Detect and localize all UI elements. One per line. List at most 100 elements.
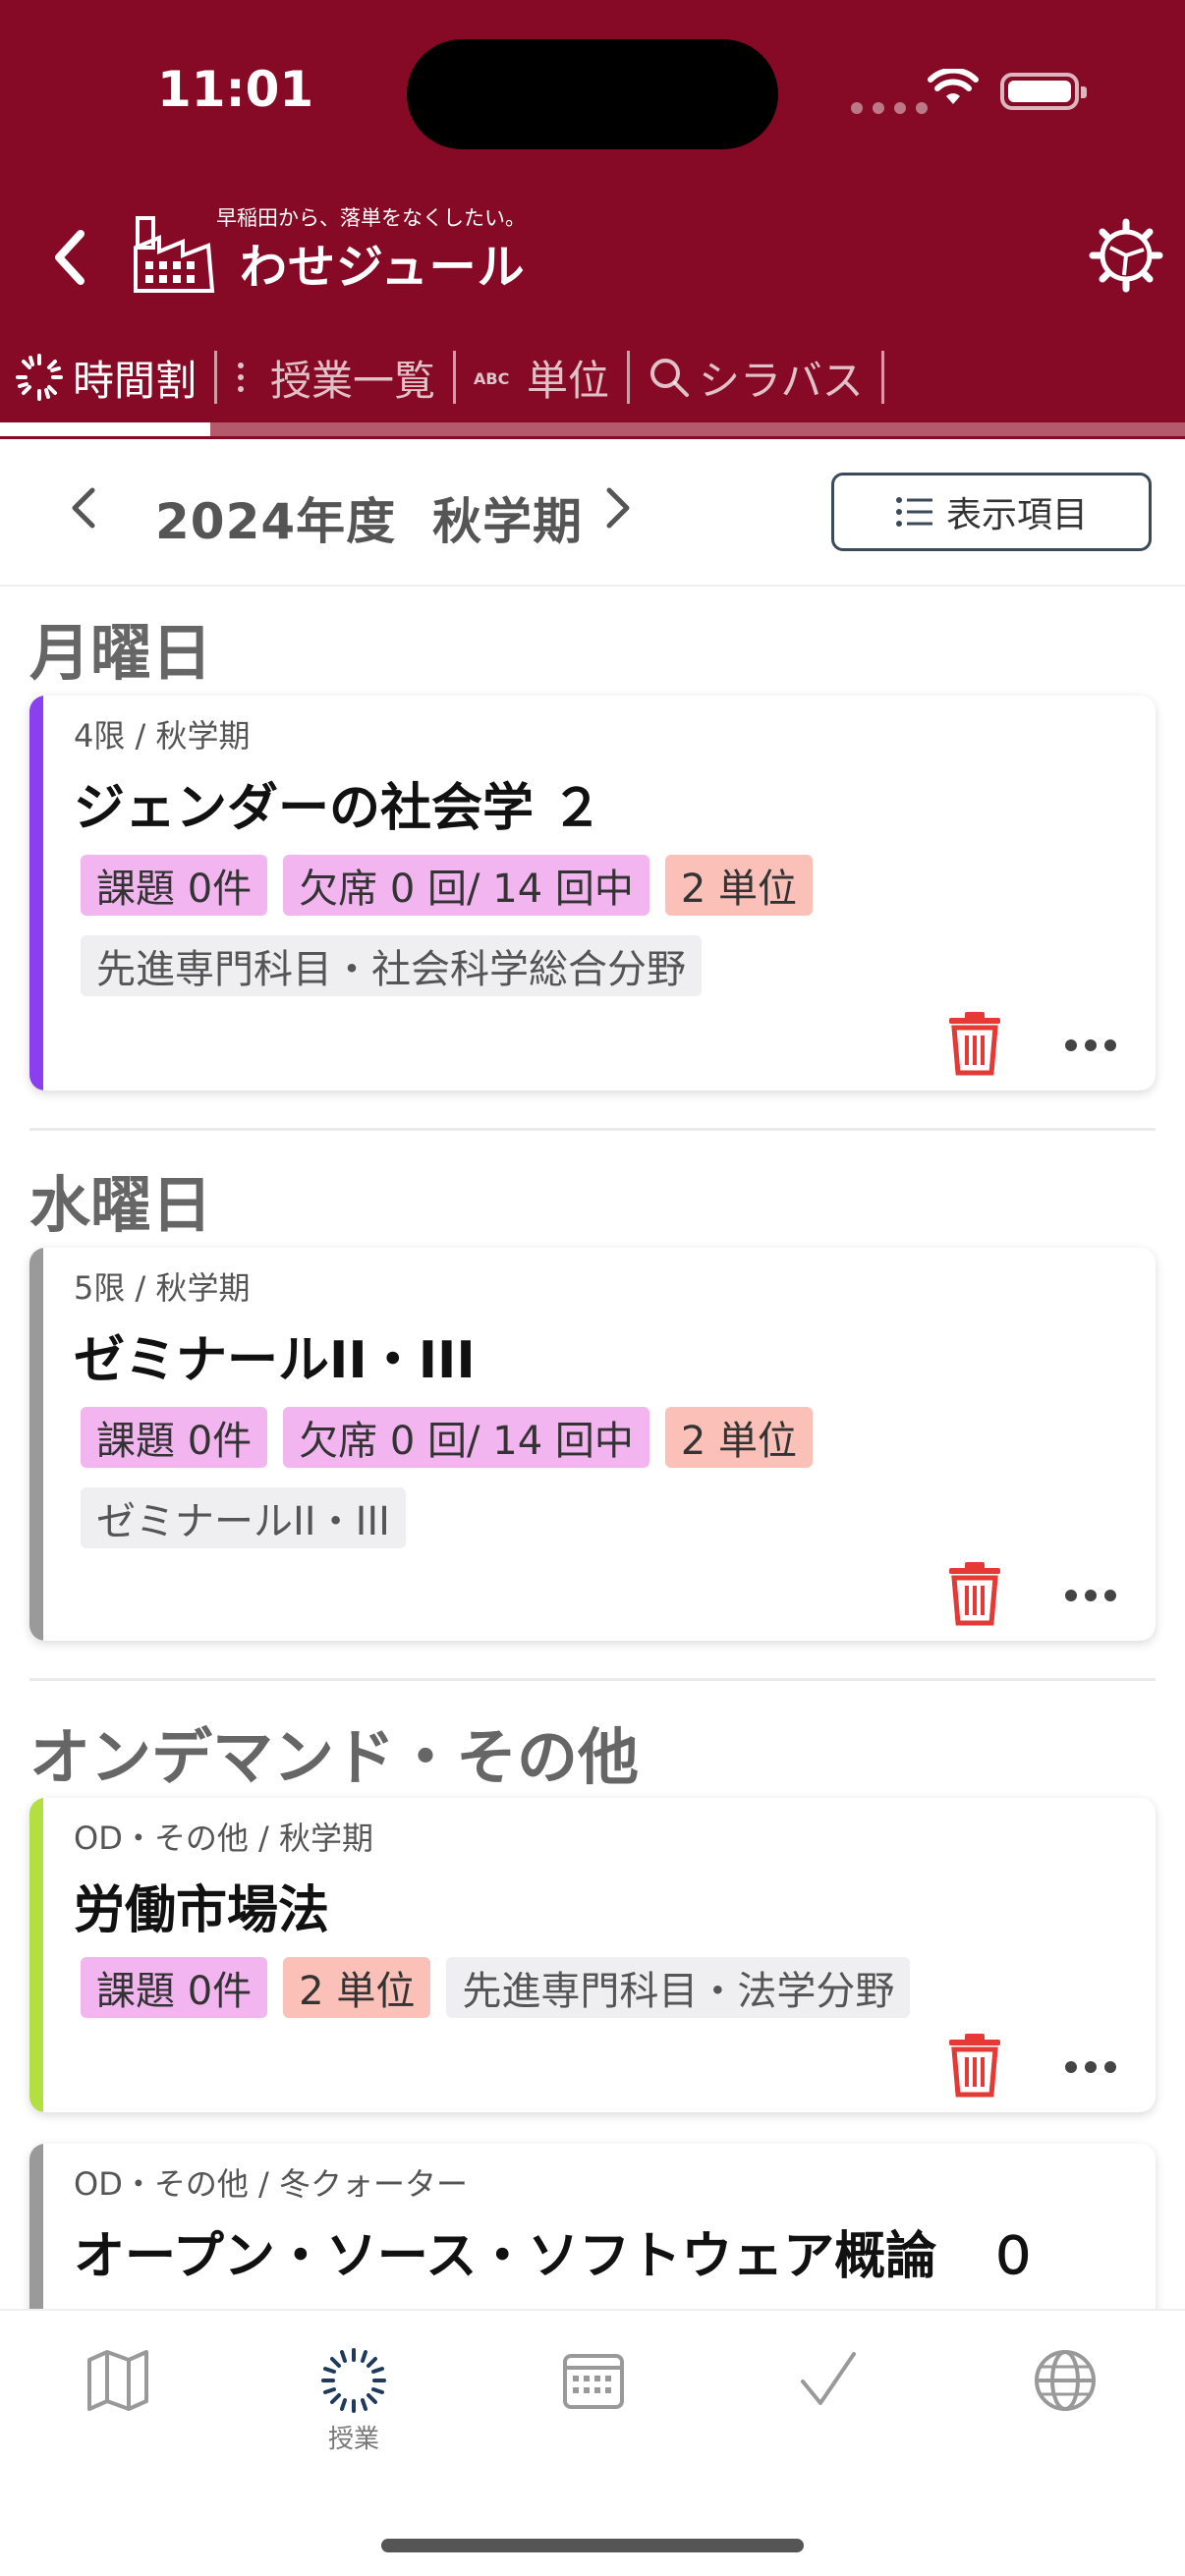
more-dot [1085,2061,1097,2073]
badge-row: 課題 0件 欠席 0 回/ 14 回中 2 単位 [81,855,814,916]
task-count-badge: 課題 0件 [81,1407,268,1468]
more-options-button[interactable] [1065,2057,1124,2077]
course-title: 労働市場法 [74,1881,330,1940]
bottom-tab-classes[interactable]: 授業 [295,2346,413,2464]
trash-icon [949,2034,1000,2098]
tab-credits[interactable]: ABC 単位 [456,348,627,407]
bottom-tab-bar: 授業 [0,2309,1185,2576]
more-dot [1085,1590,1097,1601]
search-icon [650,359,690,397]
tab-timetable[interactable]: 時間割 [0,348,214,407]
wifi-icon [928,69,979,104]
factory-logo-icon [134,216,215,293]
delete-button[interactable] [945,1008,1004,1077]
credits-badge: 2 単位 [283,1957,431,2018]
course-title: ゼミナールII・III [74,1331,476,1390]
calendar-icon [563,2354,624,2409]
course-period: OD・その他 / 秋学期 [74,1820,373,1857]
badge-row: ゼミナールII・III [81,1487,406,1548]
task-count-badge: 課題 0件 [81,855,268,916]
more-dot [1085,1039,1097,1051]
spinner-icon [16,354,63,401]
course-color-bar [29,696,43,1091]
tab-separator [880,351,884,404]
abc-icon: ABC [474,369,509,388]
term-label: 2024年度 秋学期 [155,493,583,550]
display-items-label: 表示項目 [945,495,1088,535]
category-badge: ゼミナールII・III [81,1487,406,1548]
status-time: 11:01 [157,61,314,118]
term-selector: 2024年度 秋学期 表示項目 [0,439,1185,587]
tab-syllabus-label: シラバス [699,356,864,405]
spinner-icon [321,2348,386,2413]
tab-course-list[interactable]: 授業一覧 [217,348,453,407]
next-term-button[interactable] [593,469,643,547]
more-dot [1065,1039,1077,1051]
back-button[interactable] [39,218,98,297]
category-badge: 先進専門科目・社会科学総合分野 [81,935,702,996]
bottom-tab-map[interactable] [59,2346,177,2464]
course-card[interactable]: OD・その他 / 秋学期 労働市場法 課題 0件 2 単位 先進専門科目・法学分… [29,1798,1156,2112]
app-header: 11:01 早稲田から、落単をなくしたい。 わせジュール 時間割 授業一覧 AB… [0,0,1185,439]
section-divider [29,1128,1156,1131]
trash-icon [949,1012,1000,1076]
svg-text:ABC: ABC [474,369,509,388]
more-options-button[interactable] [1065,1586,1124,1605]
list-icon [238,363,245,392]
list-icon [895,497,932,527]
gear-icon [1089,218,1163,293]
course-card[interactable]: 4限 / 秋学期 ジェンダーの社会学 ２ 課題 0件 欠席 0 回/ 14 回中… [29,696,1156,1091]
category-badge: 先進専門科目・法学分野 [446,1957,911,2018]
more-dot [1065,2061,1077,2073]
more-dot [1104,1039,1116,1051]
course-title: ジェンダーの社会学 ２ [74,779,603,838]
course-period: 4限 / 秋学期 [74,717,251,755]
chevron-left-icon [55,230,85,285]
trash-icon [949,1562,1000,1626]
badge-row: 課題 0件 欠席 0 回/ 14 回中 2 単位 [81,1407,814,1468]
bottom-tab-calendar[interactable] [535,2346,652,2464]
tab-credits-label: 単位 [527,356,610,405]
app-title: わせジュール [240,240,526,295]
absence-badge: 欠席 0 回/ 14 回中 [283,1407,649,1468]
credits-badge: 2 単位 [664,1407,814,1468]
course-color-bar [29,1798,43,2112]
cellular-signal-icon [851,102,928,114]
course-color-bar [29,1248,43,1641]
display-items-button[interactable]: 表示項目 [831,473,1152,551]
previous-term-button[interactable] [59,469,108,547]
tab-syllabus[interactable]: シラバス [630,348,881,407]
chevron-right-icon [606,487,630,529]
section-divider [29,1678,1156,1681]
day-heading-monday: 月曜日 [29,617,213,689]
main-nav-tabs: 時間割 授業一覧 ABC 単位 シラバス [0,342,1185,413]
more-options-button[interactable] [1065,1036,1124,1055]
tab-timetable-label: 時間割 [73,356,198,405]
checkmark-icon [801,2352,856,2405]
delete-button[interactable] [945,2030,1004,2099]
course-period: OD・その他 / 冬クォーター [74,2165,468,2203]
delete-button[interactable] [945,1558,1004,1627]
more-dot [1104,2061,1116,2073]
more-dot [1065,1590,1077,1601]
chevron-left-icon [72,487,95,529]
day-heading-wednesday: 水曜日 [29,1169,213,1241]
day-heading-on-demand: オンデマンド・その他 [29,1721,640,1793]
course-card[interactable]: 5限 / 秋学期 ゼミナールII・III 課題 0件 欠席 0 回/ 14 回中… [29,1248,1156,1641]
home-indicator [381,2539,804,2552]
battery-icon [1000,73,1087,110]
credits-badge: 2 単位 [664,855,814,916]
tab-course-list-label: 授業一覧 [270,356,436,405]
settings-button[interactable] [1089,218,1163,293]
map-icon [87,2350,148,2411]
badge-row: 先進専門科目・社会科学総合分野 [81,935,702,996]
bottom-tab-web[interactable] [1006,2346,1124,2464]
dynamic-island [407,39,778,149]
course-period: 5限 / 秋学期 [74,1269,251,1307]
absence-badge: 欠席 0 回/ 14 回中 [283,855,649,916]
bottom-tab-tasks[interactable] [768,2346,886,2464]
tab-indicator-active [0,422,210,436]
badge-row: 課題 0件 2 単位 先進専門科目・法学分野 [81,1957,911,2018]
bottom-tab-classes-label: 授業 [327,2425,379,2454]
more-dot [1104,1590,1116,1601]
